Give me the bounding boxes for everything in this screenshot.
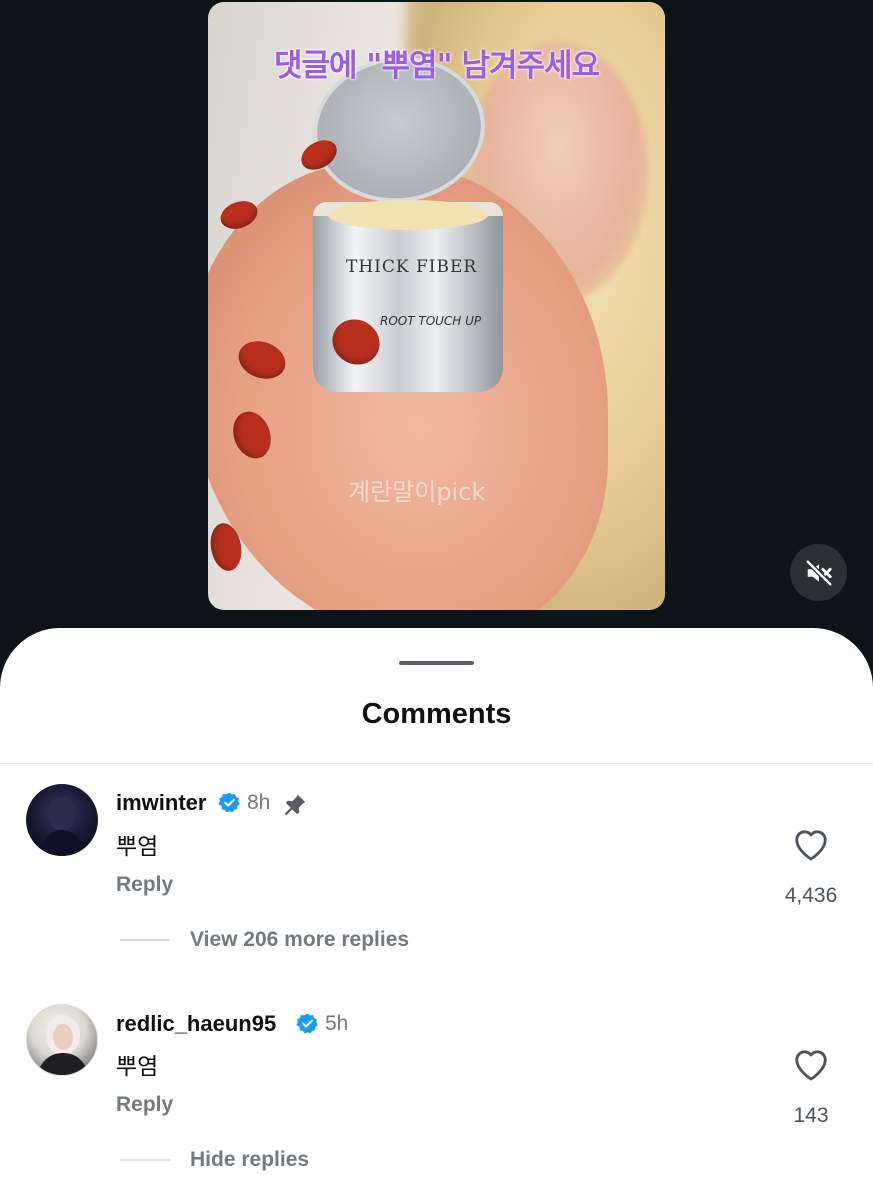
verified-badge-icon <box>296 1013 318 1034</box>
comment-time: 5h <box>325 1012 349 1035</box>
product-jar <box>313 202 503 392</box>
comment-time: 8h <box>247 791 271 814</box>
avatar[interactable] <box>26 784 98 856</box>
speaker-muted-icon <box>804 558 833 587</box>
avatar-image <box>40 797 84 856</box>
sheet-grabber-handle[interactable] <box>399 661 474 665</box>
comment-text: 뿌염 <box>116 1054 159 1080</box>
heart-outline-icon[interactable] <box>792 826 830 862</box>
product-label: THICK FIBER <box>346 257 478 277</box>
video-player[interactable]: THICK FIBER ROOT TOUCH UP 댓글에 "뿌염" 남겨주세요… <box>208 2 665 610</box>
replies-divider-line <box>120 1159 170 1161</box>
verified-badge-icon <box>218 792 240 813</box>
header-divider <box>0 763 873 764</box>
jar-contents <box>328 200 488 230</box>
like-count: 143 <box>793 1104 829 1127</box>
replies-divider-line <box>120 939 170 941</box>
avatar[interactable] <box>26 1004 98 1076</box>
avatar-image <box>37 1015 89 1075</box>
video-watermark: 계란말이pick <box>348 478 486 506</box>
hide-replies-button[interactable]: Hide replies <box>190 1148 309 1172</box>
mute-button[interactable] <box>790 544 847 601</box>
like-count: 4,436 <box>784 884 838 907</box>
video-overlay-caption: 댓글에 "뿌염" 남겨주세요 <box>273 48 600 84</box>
view-replies-button[interactable]: View 206 more replies <box>190 928 409 952</box>
product-sub-label: ROOT TOUCH UP <box>380 314 482 328</box>
reply-button[interactable]: Reply <box>116 1093 173 1117</box>
comment-username[interactable]: redlic_haeun95 <box>116 1011 276 1037</box>
pin-icon <box>284 794 306 816</box>
comment-username[interactable]: imwinter <box>116 790 206 816</box>
sheet-title: Comments <box>361 698 512 730</box>
comment-text: 뿌염 <box>116 834 159 860</box>
heart-outline-icon[interactable] <box>792 1046 830 1082</box>
reply-button[interactable]: Reply <box>116 873 173 897</box>
